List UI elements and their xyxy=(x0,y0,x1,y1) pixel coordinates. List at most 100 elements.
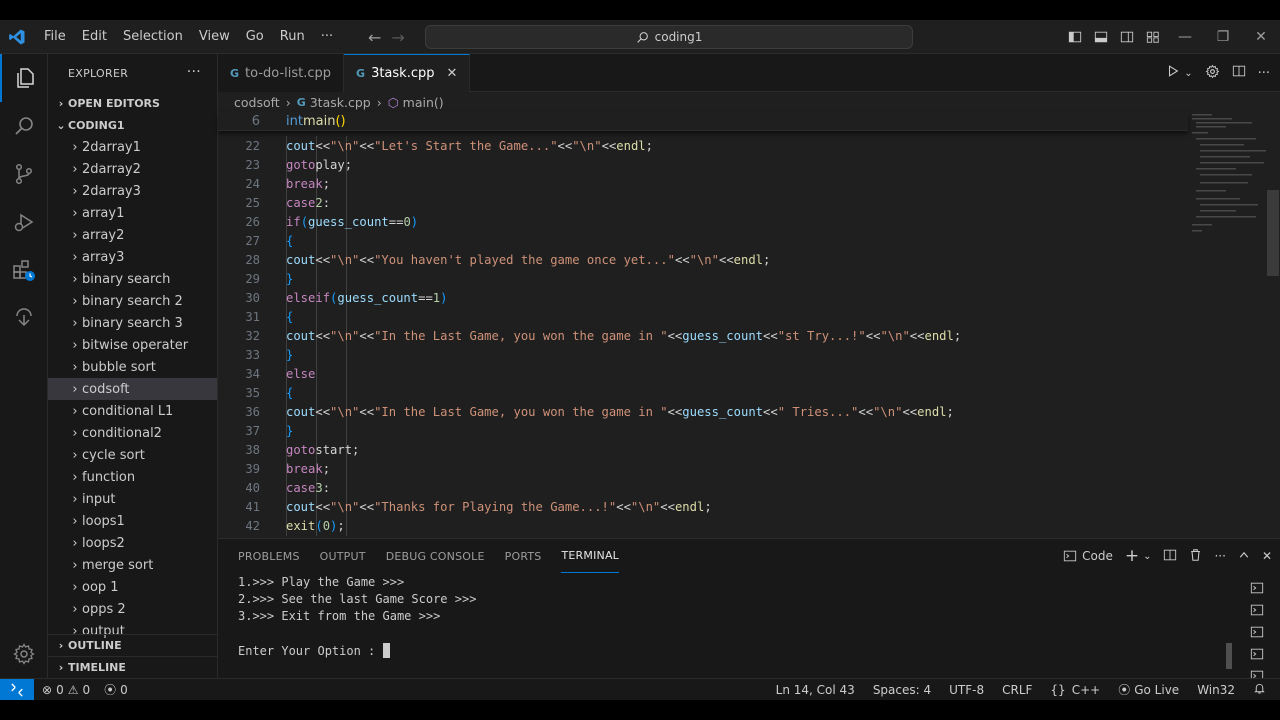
folder-item[interactable]: › binary search 2 xyxy=(48,290,217,312)
trash-icon[interactable] xyxy=(1189,548,1202,565)
run-file-icon[interactable] xyxy=(1166,64,1180,82)
folder-item[interactable]: › bubble sort xyxy=(48,356,217,378)
tab-terminal[interactable]: TERMINAL xyxy=(561,539,619,573)
run-debug-icon[interactable] xyxy=(0,198,48,246)
ports-status[interactable]: ⦿ 0 xyxy=(104,681,128,698)
breadcrumb-file[interactable]: 3task.cpp xyxy=(310,95,371,110)
problems-status[interactable]: ⊗ 0 ⚠ 0 xyxy=(42,683,90,697)
tab-output[interactable]: OUTPUT xyxy=(320,539,366,573)
editor-scrollbar[interactable] xyxy=(1266,190,1280,330)
folder-item[interactable]: › loops1 xyxy=(48,510,217,532)
folder-item[interactable]: › 2darray2 xyxy=(48,158,217,180)
close-panel-icon[interactable]: ✕ xyxy=(1262,549,1272,563)
folder-item[interactable]: › binary search 3 xyxy=(48,312,217,334)
minimize-icon[interactable]: — xyxy=(1166,29,1204,45)
timeline-section[interactable]: › TIMELINE xyxy=(48,656,217,678)
folder-label: binary search xyxy=(82,271,171,287)
folder-item[interactable]: › array1 xyxy=(48,202,217,224)
new-terminal-plus-icon[interactable]: + xyxy=(1125,546,1139,566)
tab-problems[interactable]: PROBLEMS xyxy=(238,539,300,573)
close-tab-icon[interactable]: ✕ xyxy=(446,66,457,81)
terminal-output[interactable]: 1.>>> Play the Game >>> 2.>>> See the la… xyxy=(238,575,476,660)
tab-to-do-list[interactable]: G to-do-list.cpp xyxy=(218,54,345,92)
terminal-scrollbar[interactable] xyxy=(1226,643,1232,669)
folder-item[interactable]: › bitwise operater xyxy=(48,334,217,356)
close-window-icon[interactable]: ✕ xyxy=(1242,29,1280,45)
manage-gear-icon[interactable] xyxy=(0,630,48,678)
end-of-line[interactable]: CRLF xyxy=(1002,683,1032,697)
folder-item[interactable]: › array3 xyxy=(48,246,217,268)
folder-item[interactable]: › cycle sort xyxy=(48,444,217,466)
sticky-scroll-line[interactable]: 6 int main() xyxy=(218,112,1188,131)
folder-item[interactable]: › function xyxy=(48,466,217,488)
back-arrow-icon[interactable]: ← xyxy=(368,28,381,47)
restore-icon[interactable]: ❐ xyxy=(1204,29,1242,45)
more-actions-icon[interactable]: ··· xyxy=(187,64,201,80)
terminal-instance-icon[interactable] xyxy=(1248,577,1266,599)
folder-item[interactable]: › conditional L1 xyxy=(48,400,217,422)
menu-edit[interactable]: Edit xyxy=(74,29,115,44)
terminal-instance-icon[interactable] xyxy=(1248,621,1266,643)
source-control-icon[interactable] xyxy=(0,150,48,198)
chevron-down-icon[interactable]: ⌄ xyxy=(1143,551,1151,562)
menu-selection[interactable]: Selection xyxy=(115,29,191,44)
menu-file[interactable]: File xyxy=(36,29,74,44)
folder-item[interactable]: › merge sort xyxy=(48,554,217,576)
toggle-secondary-sidebar-icon[interactable] xyxy=(1114,30,1140,44)
folder-item[interactable]: › array2 xyxy=(48,224,217,246)
breadcrumb-symbol[interactable]: main() xyxy=(403,95,444,110)
folder-item[interactable]: › input xyxy=(48,488,217,510)
menu-view[interactable]: View xyxy=(191,29,238,44)
terminal-prompt-line[interactable]: Enter Your Option : xyxy=(238,643,476,660)
settings-gear-icon[interactable] xyxy=(1205,64,1220,83)
extensions-icon[interactable] xyxy=(0,246,48,294)
menu-more[interactable]: ··· xyxy=(313,29,341,44)
terminal-shell-selector[interactable]: Code xyxy=(1063,549,1113,563)
cursor-position[interactable]: Ln 14, Col 43 xyxy=(776,683,855,697)
remote-indicator-icon[interactable] xyxy=(0,678,34,701)
more-actions-icon[interactable]: ··· xyxy=(1214,549,1225,563)
folder-item[interactable]: › binary search xyxy=(48,268,217,290)
folder-item[interactable]: › loops2 xyxy=(48,532,217,554)
platform[interactable]: Win32 xyxy=(1197,683,1235,697)
breadcrumb-folder[interactable]: codsoft xyxy=(234,95,280,110)
customize-layout-icon[interactable] xyxy=(1140,30,1166,44)
terminal-instance-icon[interactable] xyxy=(1248,643,1266,665)
terminal-instance-icon[interactable] xyxy=(1248,599,1266,621)
outline-section[interactable]: › OUTLINE xyxy=(48,634,217,656)
menu-run[interactable]: Run xyxy=(272,29,313,44)
forward-arrow-icon[interactable]: → xyxy=(391,28,404,47)
command-center-search[interactable]: coding1 xyxy=(425,25,913,49)
scrollbar-thumb[interactable] xyxy=(1267,190,1279,276)
more-actions-icon[interactable]: ··· xyxy=(1258,66,1270,81)
folder-item[interactable]: › 2darray1 xyxy=(48,136,217,158)
indentation[interactable]: Spaces: 4 xyxy=(873,683,931,697)
toggle-panel-icon[interactable] xyxy=(1088,30,1114,44)
folder-item[interactable]: › oop 1 xyxy=(48,576,217,598)
minimap[interactable] xyxy=(1190,112,1270,242)
workspace-root-section[interactable]: ⌄ CODING1 xyxy=(48,114,217,136)
split-editor-icon[interactable] xyxy=(1232,64,1246,82)
tab-ports[interactable]: PORTS xyxy=(505,539,542,573)
encoding[interactable]: UTF-8 xyxy=(949,683,984,697)
tab-debug-console[interactable]: DEBUG CONSOLE xyxy=(386,539,485,573)
tab-3task[interactable]: G 3task.cpp ✕ xyxy=(344,54,471,92)
folder-item[interactable]: › conditional2 xyxy=(48,422,217,444)
language-mode[interactable]: {} C++ xyxy=(1050,683,1100,697)
go-live-button[interactable]: ⦿ Go Live xyxy=(1118,681,1179,698)
code-view[interactable]: 22 cout << "\n" << "Let's Start the Game..."… xyxy=(218,136,1188,562)
remote-explorer-icon[interactable] xyxy=(0,294,48,342)
toggle-primary-sidebar-icon[interactable] xyxy=(1062,30,1088,44)
chevron-down-icon[interactable]: ⌄ xyxy=(1184,68,1192,79)
explorer-icon[interactable] xyxy=(0,54,48,102)
folder-item[interactable]: › 2darray3 xyxy=(48,180,217,202)
folder-item[interactable]: › opps 2 xyxy=(48,598,217,620)
search-icon[interactable] xyxy=(0,102,48,150)
notifications-bell-icon[interactable] xyxy=(1253,682,1266,698)
maximize-panel-icon[interactable] xyxy=(1238,549,1250,564)
folder-item[interactable]: › codsoft xyxy=(48,378,217,400)
split-terminal-icon[interactable] xyxy=(1163,548,1177,565)
open-editors-section[interactable]: › OPEN EDITORS xyxy=(48,92,217,114)
menu-go[interactable]: Go xyxy=(238,29,272,44)
